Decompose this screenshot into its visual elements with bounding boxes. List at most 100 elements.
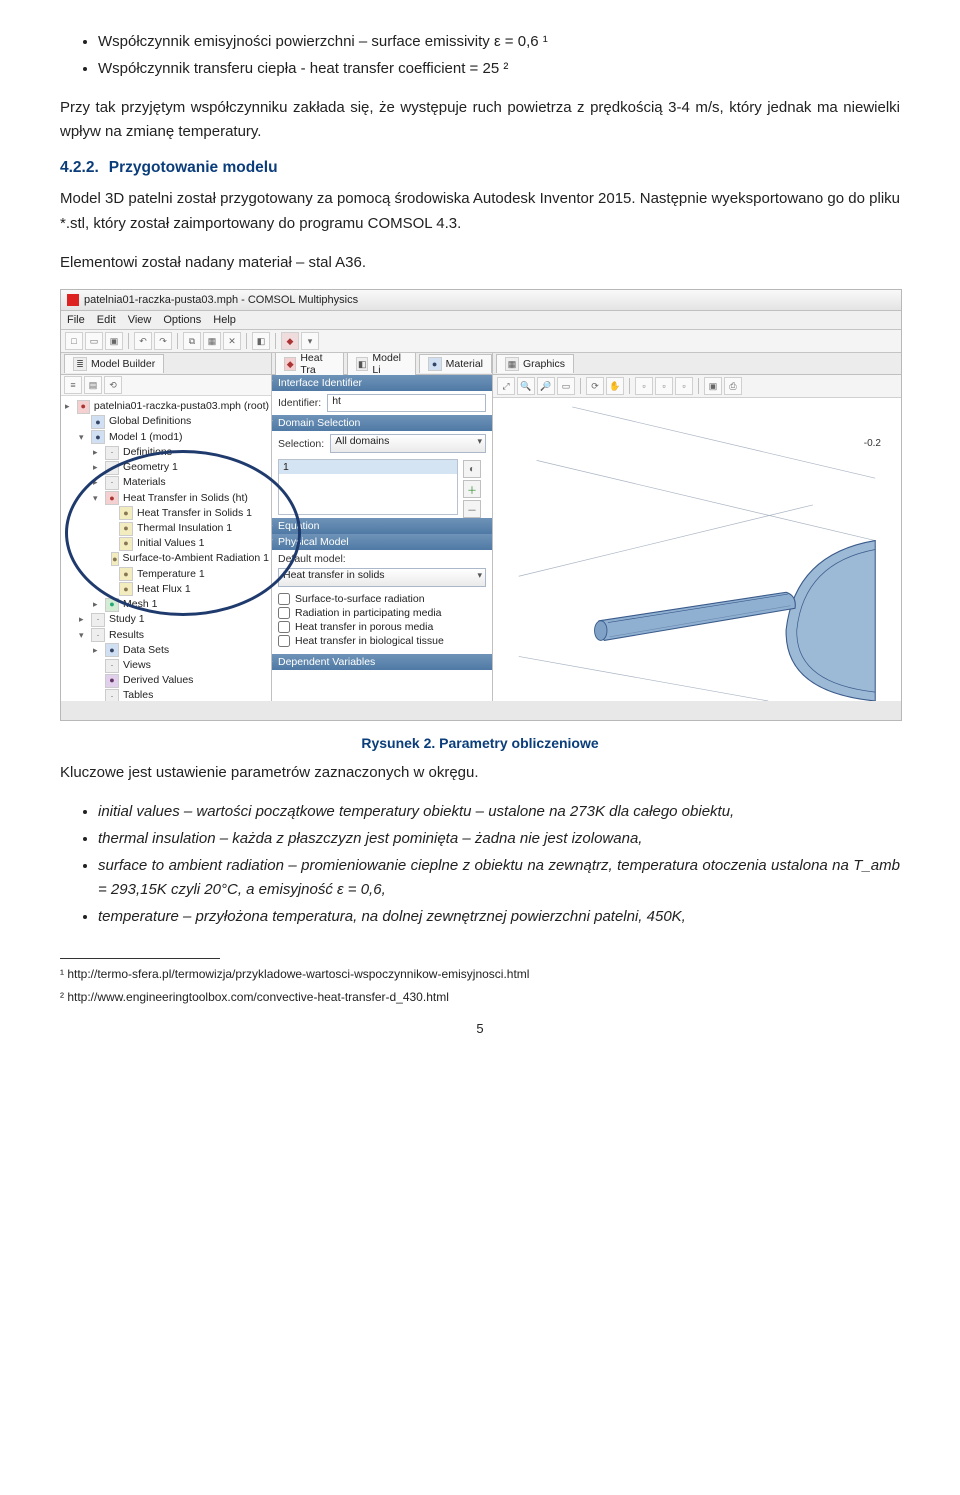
tree-node-icon: · bbox=[105, 689, 119, 701]
tree-node[interactable]: ▸●patelnia01-raczka-pusta03.mph (root) bbox=[65, 399, 269, 414]
tb-redo-icon[interactable]: ↷ bbox=[154, 332, 172, 350]
view-yz-icon[interactable]: ▫ bbox=[655, 377, 673, 395]
menu-edit[interactable]: Edit bbox=[97, 314, 116, 326]
tree-node[interactable]: ·Views bbox=[65, 658, 269, 673]
para-material: Elementowi został nadany materiał – stal… bbox=[60, 251, 900, 276]
settings-panel: ◆Heat Tra ◧Model Li ●Material ▾Interface… bbox=[272, 353, 493, 701]
menu-file[interactable]: File bbox=[67, 314, 85, 326]
domain-sel-header[interactable]: ▾Domain Selection bbox=[272, 415, 492, 431]
tree-node-icon: ● bbox=[91, 415, 105, 429]
tree-node[interactable]: ●Heat Transfer in Solids 1 bbox=[65, 506, 269, 521]
tb-save-icon[interactable]: ▣ bbox=[105, 332, 123, 350]
checkbox[interactable] bbox=[278, 621, 290, 633]
graphics-viewport[interactable]: -0.2 bbox=[493, 398, 901, 701]
domain-list[interactable]: 1 ◐ ＋ － ▦ bbox=[278, 459, 458, 515]
pan-icon[interactable]: ✋ bbox=[606, 377, 624, 395]
left-mini-toolbar[interactable]: ≡ ▤ ⟲ bbox=[61, 375, 271, 396]
add-icon[interactable]: ＋ bbox=[463, 480, 481, 498]
equation-header[interactable]: ▸Equation bbox=[272, 518, 492, 534]
tb-dropdown-icon[interactable]: ▾ bbox=[301, 332, 319, 350]
dependent-vars-header[interactable]: ▸Dependent Variables bbox=[272, 654, 492, 670]
tree-node[interactable]: ●Heat Flux 1 bbox=[65, 582, 269, 597]
tree-node[interactable]: ●Surface-to-Ambient Radiation 1 bbox=[65, 551, 269, 566]
bullet-temperature: temperature – przyłożona temperatura, na… bbox=[98, 905, 900, 930]
menu-help[interactable]: Help bbox=[213, 314, 236, 326]
tree-node[interactable]: ▸·Definitions bbox=[65, 445, 269, 460]
snapshot-icon[interactable]: ▣ bbox=[704, 377, 722, 395]
selection-row: Selection: All domains bbox=[272, 431, 492, 456]
model-builder-tab[interactable]: ≣ Model Builder bbox=[64, 354, 164, 373]
graphics-panel: ▦Graphics ⤢ 🔍 🔎 ▭ ⟳ ✋ ▫ ▫ ▫ ▣ ⎙ bbox=[493, 353, 901, 701]
tree-node[interactable]: ●Initial Values 1 bbox=[65, 536, 269, 551]
tree-node-label: Global Definitions bbox=[109, 414, 191, 429]
zoom-box-icon[interactable]: ▭ bbox=[557, 377, 575, 395]
menu-view[interactable]: View bbox=[128, 314, 152, 326]
menu-bar[interactable]: File Edit View Options Help bbox=[61, 311, 901, 330]
check-label: Radiation in participating media bbox=[295, 607, 442, 619]
remove-icon[interactable]: － bbox=[463, 500, 481, 518]
tree-node[interactable]: ▸·Geometry 1 bbox=[65, 460, 269, 475]
tree-node[interactable]: ▾●Heat Transfer in Solids (ht) bbox=[65, 491, 269, 506]
tree-node[interactable]: ● Thermal Insulation 1 bbox=[65, 521, 269, 536]
identifier-input[interactable]: ht bbox=[327, 394, 486, 412]
domain-list-item[interactable]: 1 bbox=[279, 460, 457, 474]
main-toolbar[interactable]: □ ▭ ▣ ↶ ↷ ⧉ ▦ ✕ ◧ ◆ ▾ bbox=[61, 330, 901, 353]
refresh-icon[interactable]: ⟲ bbox=[104, 376, 122, 394]
collapse-icon[interactable]: ▤ bbox=[84, 376, 102, 394]
tree-node-label: Surface-to-Ambient Radiation 1 bbox=[123, 551, 270, 566]
checkbox[interactable] bbox=[278, 635, 290, 647]
tree-node-label: Thermal Insulation 1 bbox=[137, 521, 232, 536]
rotate-icon[interactable]: ⟳ bbox=[586, 377, 604, 395]
physical-model-check[interactable]: Heat transfer in biological tissue bbox=[278, 634, 486, 648]
tree-node-icon: ● bbox=[119, 537, 133, 551]
tb-paste-icon[interactable]: ▦ bbox=[203, 332, 221, 350]
tree-node[interactable]: ▸●Data Sets bbox=[65, 643, 269, 658]
zoom-extents-icon[interactable]: ⤢ bbox=[497, 377, 515, 395]
menu-options[interactable]: Options bbox=[163, 314, 201, 326]
graphics-tab[interactable]: ▦Graphics bbox=[496, 354, 574, 373]
axis-label: -0.2 bbox=[864, 438, 881, 449]
view-xz-icon[interactable]: ▫ bbox=[675, 377, 693, 395]
view-xy-icon[interactable]: ▫ bbox=[635, 377, 653, 395]
tb-new-icon[interactable]: □ bbox=[65, 332, 83, 350]
bullet-htc: Współczynnik transferu ciepła - heat tra… bbox=[98, 57, 900, 82]
default-model-dropdown[interactable]: Heat transfer in solids bbox=[278, 568, 486, 587]
tb-open-icon[interactable]: ▭ bbox=[85, 332, 103, 350]
zoom-out-icon[interactable]: 🔎 bbox=[537, 377, 555, 395]
tb-model-icon[interactable]: ◧ bbox=[252, 332, 270, 350]
checkbox[interactable] bbox=[278, 593, 290, 605]
expand-icon[interactable]: ≡ bbox=[64, 376, 82, 394]
physical-model-check[interactable]: Heat transfer in porous media bbox=[278, 620, 486, 634]
physical-model-check[interactable]: Radiation in participating media bbox=[278, 606, 486, 620]
interface-id-header[interactable]: ▾Interface Identifier bbox=[272, 375, 492, 391]
tree-node[interactable]: ▾·Results bbox=[65, 628, 269, 643]
graphics-toolbar[interactable]: ⤢ 🔍 🔎 ▭ ⟳ ✋ ▫ ▫ ▫ ▣ ⎙ bbox=[493, 375, 901, 398]
model-tree[interactable]: ▸●patelnia01-raczka-pusta03.mph (root)●G… bbox=[61, 396, 271, 701]
material-tab[interactable]: ●Material bbox=[419, 354, 492, 373]
selection-dropdown[interactable]: All domains bbox=[330, 434, 486, 453]
tree-node[interactable]: ·Tables bbox=[65, 688, 269, 701]
tree-node[interactable]: ▸●Mesh 1 bbox=[65, 597, 269, 612]
print-icon[interactable]: ⎙ bbox=[724, 377, 742, 395]
tb-delete-icon[interactable]: ✕ bbox=[223, 332, 241, 350]
window-title: patelnia01-raczka-pusta03.mph - COMSOL M… bbox=[84, 294, 358, 306]
tb-undo-icon[interactable]: ↶ bbox=[134, 332, 152, 350]
flame-icon: ◆ bbox=[284, 357, 296, 371]
tree-node[interactable]: ▾●Model 1 (mod1) bbox=[65, 430, 269, 445]
tree-node[interactable]: ▸·Study 1 bbox=[65, 612, 269, 627]
physical-model-check[interactable]: Surface-to-surface radiation bbox=[278, 592, 486, 606]
tree-node[interactable]: ●Derived Values bbox=[65, 673, 269, 688]
activate-icon[interactable]: ◐ bbox=[463, 460, 481, 478]
tree-node-icon: ● bbox=[119, 567, 133, 581]
zoom-in-icon[interactable]: 🔍 bbox=[517, 377, 535, 395]
tree-node[interactable]: ▸·Materials bbox=[65, 475, 269, 490]
physical-model-header[interactable]: ▾Physical Model bbox=[272, 534, 492, 550]
tb-physics-icon[interactable]: ◆ bbox=[281, 332, 299, 350]
model-render bbox=[493, 398, 901, 701]
checkbox[interactable] bbox=[278, 607, 290, 619]
tb-copy-icon[interactable]: ⧉ bbox=[183, 332, 201, 350]
tree-node[interactable]: ● Global Definitions bbox=[65, 414, 269, 429]
tree-node[interactable]: ● Temperature 1 bbox=[65, 567, 269, 582]
tree-node-label: Temperature 1 bbox=[137, 567, 205, 582]
tree-node-icon: ● bbox=[119, 522, 133, 536]
